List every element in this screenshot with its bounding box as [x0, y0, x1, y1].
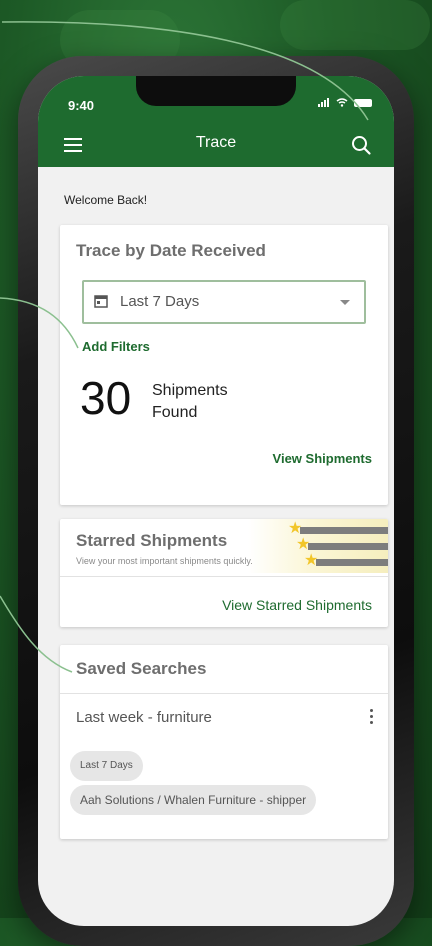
filter-chip: Last 7 Days [70, 751, 143, 781]
welcome-message: Welcome Back! [64, 193, 148, 207]
saved-search-name[interactable]: Last week - furniture [76, 709, 212, 726]
chevron-down-icon [340, 300, 350, 305]
starred-card-title: Starred Shipments [76, 531, 228, 550]
battery-icon [354, 98, 372, 107]
trace-card-title: Trace by Date Received [76, 241, 266, 260]
shipment-count: 30 [80, 372, 132, 424]
status-time: 9:40 [68, 98, 95, 113]
saved-searches-title: Saved Searches [76, 659, 207, 678]
view-starred-link[interactable]: View Starred Shipments [222, 597, 372, 613]
date-range-select[interactable]: Last 7 Days [82, 280, 366, 324]
add-filters-link[interactable]: Add Filters [82, 339, 150, 354]
page-title: Trace [195, 134, 237, 151]
starred-card-subtitle: View your most important shipments quick… [76, 556, 253, 566]
star-icon: ★ [304, 552, 319, 569]
view-shipments-link[interactable]: View Shipments [273, 451, 372, 466]
starred-illustration: ★ ★ ★ [248, 519, 388, 573]
filter-chip: Aah Solutions / Whalen Furniture - shipp… [70, 785, 317, 815]
background-shape [280, 0, 430, 50]
saved-searches-card: Saved Searches Last week - furniture Las… [60, 645, 388, 839]
starred-card: Starred Shipments View your most importa… [60, 519, 388, 627]
shipment-count-label: Shipments Found [152, 382, 228, 421]
calendar-icon [94, 295, 108, 308]
wifi-icon [336, 98, 348, 107]
date-range-value: Last 7 Days [120, 293, 200, 310]
divider [60, 576, 388, 577]
main-content: Welcome Back! Trace by Date Received Las… [38, 167, 394, 926]
search-icon[interactable] [350, 134, 372, 156]
signal-icon [318, 98, 329, 107]
star-icon: ★ [288, 520, 303, 537]
phone-frame: 9:40 Trace Welcome Back! Trace by Date R… [18, 56, 414, 946]
more-vert-icon[interactable] [370, 709, 374, 727]
status-icons [318, 98, 372, 107]
trace-card: Trace by Date Received Last 7 Days Add F… [60, 225, 388, 505]
phone-screen: 9:40 Trace Welcome Back! Trace by Date R… [38, 76, 394, 926]
divider [60, 693, 388, 694]
star-icon: ★ [296, 536, 311, 553]
phone-notch [136, 76, 296, 106]
